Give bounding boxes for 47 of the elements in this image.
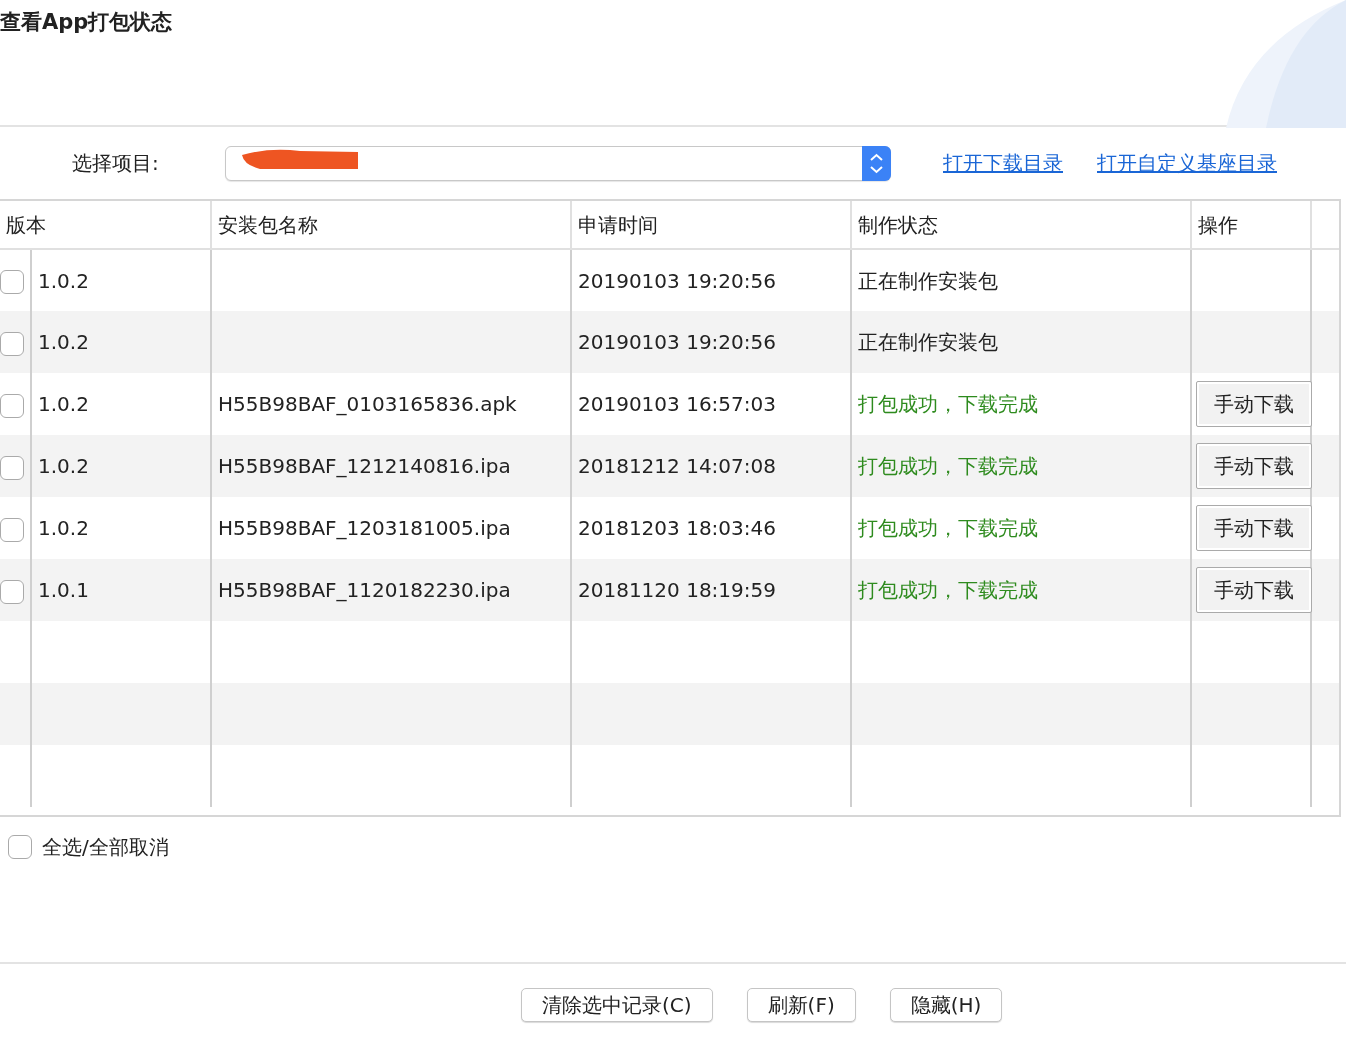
- field-label: 选择项目:: [72, 150, 160, 177]
- table-cell: 20190103 19:20:56: [578, 330, 776, 354]
- checkbox[interactable]: [0, 270, 24, 294]
- status-text: 打包成功，下载完成: [858, 454, 1038, 478]
- column-header: 安装包名称: [211, 201, 571, 249]
- checkbox[interactable]: [0, 455, 24, 480]
- download-button[interactable]: 手动下载: [1196, 381, 1312, 427]
- table-cell: 20181203 18:03:46: [578, 516, 776, 540]
- link[interactable]: 打开自定义基座目录: [1097, 148, 1277, 178]
- column-header: 版本: [0, 201, 211, 249]
- column-header: 操作: [1191, 201, 1311, 249]
- link[interactable]: 打开下载目录: [943, 148, 1063, 178]
- column-header: 制作状态: [851, 201, 1191, 249]
- status-text: 打包成功，下载完成: [858, 578, 1038, 602]
- table-cell: 1.0.1: [38, 578, 89, 602]
- download-button[interactable]: 手动下载: [1196, 505, 1312, 551]
- table-cell: 20190103 16:57:03: [578, 392, 776, 416]
- table-cell: 1.0.2: [38, 330, 89, 354]
- table-cell: H55B98BAF_0103165836.apk: [218, 392, 517, 416]
- table-cell: 1.0.2: [38, 454, 89, 478]
- status-text: 打包成功，下载完成: [858, 516, 1038, 540]
- checkbox[interactable]: [0, 517, 24, 542]
- dialog-button[interactable]: 隐藏(H): [889, 988, 1003, 1022]
- status-text: 打包成功，下载完成: [858, 392, 1038, 416]
- status-text: 正在制作安装包: [858, 268, 998, 293]
- table-cell: H55B98BAF_1212140816.ipa: [218, 454, 511, 478]
- dialog-button[interactable]: 清除选中记录(C): [521, 988, 713, 1022]
- checkbox[interactable]: [0, 579, 24, 604]
- table-cell: 1.0.2: [38, 392, 89, 416]
- checkbox-label: 全选/全部取消: [42, 834, 169, 861]
- table-cell: 20181120 18:19:59: [578, 578, 776, 602]
- dialog-button[interactable]: 刷新(F): [746, 988, 856, 1022]
- dropdown-arrows-icon: [862, 145, 891, 181]
- table-cell: 1.0.2: [38, 516, 89, 540]
- download-button[interactable]: 手动下载: [1196, 443, 1312, 489]
- table-cell: 1.0.2: [38, 268, 89, 293]
- checkbox[interactable]: [0, 331, 24, 356]
- checkbox[interactable]: [0, 393, 24, 418]
- table-cell: H55B98BAF_1203181005.ipa: [218, 516, 511, 540]
- table-cell: H55B98BAF_1120182230.ipa: [218, 578, 511, 602]
- table-cell: 20190103 19:20:56: [578, 268, 776, 293]
- table-cell: 20181212 14:07:08: [578, 454, 776, 478]
- download-button[interactable]: 手动下载: [1196, 567, 1312, 613]
- column-header: 申请时间: [571, 201, 851, 249]
- checkbox[interactable]: [8, 835, 32, 859]
- project-dropdown[interactable]: [225, 145, 891, 181]
- status-text: 正在制作安装包: [858, 330, 998, 354]
